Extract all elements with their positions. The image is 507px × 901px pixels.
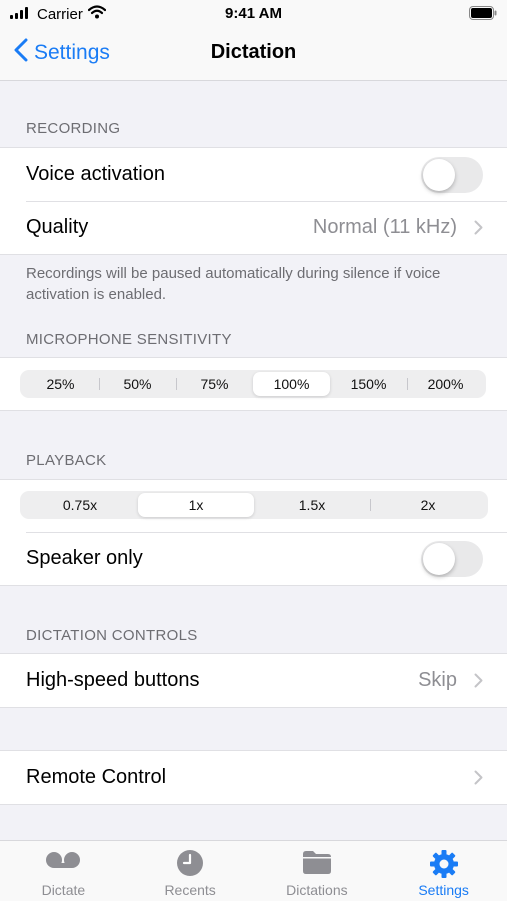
dictation-controls-group: High-speed buttons Skip (0, 653, 507, 708)
microphone-group: 25% 50% 75% 100% 150% 200% (0, 357, 507, 411)
quality-row[interactable]: Quality Normal (11 kHz) (0, 201, 507, 254)
tab-recents[interactable]: Recents (127, 841, 254, 901)
tab-bar: Dictate Recents Dictations Settings (0, 840, 507, 901)
remote-control-label: Remote Control (26, 766, 167, 788)
recording-header: RECORDING (26, 120, 121, 137)
toggle-knob (423, 543, 455, 575)
voice-activation-toggle[interactable] (421, 157, 483, 193)
segment-150[interactable]: 150% (330, 372, 407, 396)
chevron-right-icon (474, 220, 483, 240)
recording-group: Voice activation Quality Normal (11 kHz) (0, 147, 507, 255)
voicemail-icon (0, 849, 127, 871)
status-time: 9:41 AM (225, 5, 282, 22)
microphone-header: MICROPHONE SENSITIVITY (26, 331, 232, 348)
voice-activation-label: Voice activation (26, 163, 165, 185)
chevron-right-icon (474, 673, 483, 693)
playback-speed-row: 0.75x 1x 1.5x 2x (0, 480, 507, 532)
segment-25[interactable]: 25% (22, 372, 99, 396)
playback-speed-segmented-control: 0.75x 1x 1.5x 2x (20, 491, 488, 519)
tab-dictate[interactable]: Dictate (0, 841, 127, 901)
sensitivity-segmented-control: 25% 50% 75% 100% 150% 200% (20, 370, 486, 398)
quality-label: Quality (26, 216, 89, 238)
high-speed-buttons-value: Skip (418, 669, 457, 691)
speed-0-75x[interactable]: 0.75x (22, 493, 138, 517)
voice-activation-row: Voice activation (0, 148, 507, 201)
speed-2x[interactable]: 2x (370, 493, 486, 517)
dictation-controls-header: DICTATION CONTROLS (26, 627, 198, 644)
speaker-only-toggle[interactable] (421, 541, 483, 577)
speed-1x[interactable]: 1x (138, 493, 254, 517)
tab-label: Recents (164, 882, 216, 898)
chevron-right-icon (474, 770, 483, 790)
clock-icon (127, 849, 254, 877)
speed-1-5x[interactable]: 1.5x (254, 493, 370, 517)
playback-header: PLAYBACK (26, 452, 107, 469)
high-speed-buttons-label: High-speed buttons (26, 669, 200, 691)
speaker-only-label: Speaker only (26, 547, 143, 569)
remote-control-row[interactable]: Remote Control (0, 751, 507, 804)
speaker-only-row: Speaker only (0, 532, 507, 585)
tab-label: Dictate (41, 882, 86, 898)
tab-label: Settings (418, 882, 469, 898)
status-bar: Carrier 9:41 AM (0, 0, 507, 28)
tab-label: Dictations (286, 882, 348, 898)
navigation-bar: Settings Dictation (0, 28, 507, 81)
segment-200[interactable]: 200% (407, 372, 484, 396)
page-title: Dictation (210, 41, 297, 63)
segment-50[interactable]: 50% (99, 372, 176, 396)
tab-dictations[interactable]: Dictations (254, 841, 381, 901)
remote-group: Remote Control (0, 750, 507, 805)
gear-icon (380, 849, 507, 879)
high-speed-buttons-row[interactable]: High-speed buttons Skip (0, 654, 507, 707)
tab-settings[interactable]: Settings (380, 841, 507, 901)
toggle-knob (423, 159, 455, 191)
folder-icon (254, 849, 381, 875)
playback-group: 0.75x 1x 1.5x 2x Speaker only (0, 479, 507, 586)
battery-icon (469, 6, 497, 25)
segment-75[interactable]: 75% (176, 372, 253, 396)
quality-value: Normal (11 kHz) (312, 216, 457, 238)
recording-footer: Recordings will be paused automatically … (26, 265, 441, 303)
segment-100[interactable]: 100% (253, 372, 330, 396)
